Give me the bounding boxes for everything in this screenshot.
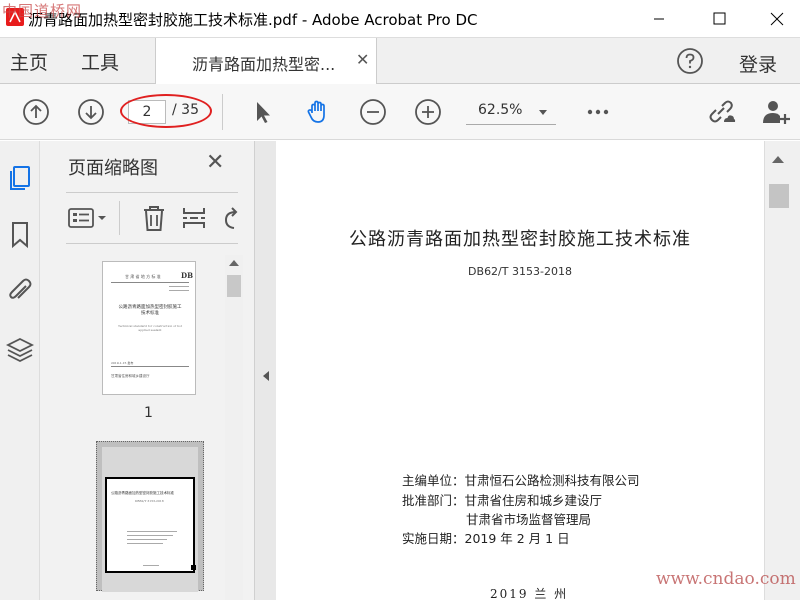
- document-title: 公路沥青路面加热型密封胶施工技术标准: [349, 229, 691, 250]
- maximize-icon[interactable]: [698, 4, 744, 34]
- document-footer: 2019 兰 州: [490, 587, 569, 600]
- watermark-top-left: 中国道桥网: [2, 2, 83, 20]
- layers-icon[interactable]: [5, 335, 35, 365]
- tab-document[interactable]: 沥青路面加热型密... ✕: [155, 38, 377, 84]
- thumbnail-2-page: 公路沥青路面加热型密封胶施工技术标准 DB62/T 3153-2018: [102, 447, 198, 592]
- login-link[interactable]: 登录: [739, 50, 777, 77]
- thumbnail-2-viewport: 公路沥青路面加热型密封胶施工技术标准 DB62/T 3153-2018: [105, 477, 196, 573]
- select-cursor-icon[interactable]: [248, 97, 278, 127]
- attachment-icon[interactable]: [5, 275, 35, 305]
- thumb1-org: 甘肃省住房和城乡建设厅: [111, 374, 150, 378]
- thumb1-date: 2019-1-15 发布: [111, 361, 134, 365]
- thumbnails-panel: 页面缩略图 ✕ 甘 肃 省 地 方 标 准 DB 公路沥青路面加热型密封胶施工技…: [40, 141, 254, 600]
- thumb2-meta-line: [127, 531, 177, 532]
- thumb2-meta-line-2: [127, 535, 173, 536]
- panel-title: 页面缩略图: [68, 158, 158, 179]
- tab-bar: 主页 工具 沥青路面加热型密... ✕ 登录: [0, 38, 800, 84]
- viewport-resize-handle[interactable]: [191, 565, 196, 570]
- document-approver-2: 甘肃省市场监督管理局: [466, 512, 592, 527]
- chevron-down-icon: [539, 110, 547, 115]
- page-thumbnails-icon[interactable]: [5, 163, 35, 193]
- rotate-icon[interactable]: [216, 204, 238, 232]
- scroll-up-icon[interactable]: [772, 156, 784, 163]
- red-annotation-ellipse: [120, 94, 212, 128]
- page-thumbnail-2[interactable]: 公路沥青路面加热型密封胶施工技术标准 DB62/T 3153-2018: [96, 441, 204, 592]
- more-options-icon[interactable]: [583, 97, 613, 127]
- panel-toolbar-divider: [119, 201, 120, 235]
- thumb1-english: Technical standard for construction of h…: [117, 324, 183, 332]
- document-scrollbar[interactable]: [764, 141, 800, 600]
- thumbnail-scroll-thumb[interactable]: [227, 275, 241, 297]
- zoom-out-icon[interactable]: [358, 97, 388, 127]
- left-rail: [0, 141, 40, 600]
- thumb1-code-line: [169, 286, 189, 287]
- document-editor: 主编单位：甘肃恒石公路检测科技有限公司: [402, 473, 640, 488]
- toolbar: 2 / 35 62.5%: [0, 84, 800, 140]
- toolbar-divider: [222, 94, 223, 130]
- document-scroll-thumb[interactable]: [769, 184, 789, 208]
- collapse-panel-icon[interactable]: [263, 371, 269, 381]
- zoom-in-icon[interactable]: [413, 97, 443, 127]
- document-code: DB62/T 3153-2018: [468, 265, 572, 278]
- next-page-icon[interactable]: [76, 97, 106, 127]
- close-panel-icon[interactable]: ✕: [206, 150, 224, 175]
- close-window-icon[interactable]: [754, 4, 800, 34]
- close-tab-icon[interactable]: ✕: [356, 50, 369, 69]
- thumb2-title: 公路沥青路面加热型密封胶施工技术标准: [111, 491, 174, 495]
- thumb2-footer-line: [143, 565, 159, 566]
- title-bar: 沥青路面加热型密封胶施工技术标准.pdf - Adobe Acrobat Pro…: [0, 0, 800, 38]
- thumb1-db: DB: [181, 271, 193, 280]
- thumb1-bottom-rule: [111, 366, 189, 367]
- insert-pages-icon[interactable]: [180, 204, 208, 232]
- page-thumbnail-1[interactable]: 甘 肃 省 地 方 标 准 DB 公路沥青路面加热型密封胶施工技术标准 Tech…: [102, 261, 196, 395]
- panel-splitter[interactable]: [254, 141, 276, 600]
- scroll-up-icon[interactable]: [229, 260, 239, 266]
- previous-page-icon[interactable]: [21, 97, 51, 127]
- add-user-icon[interactable]: [761, 97, 791, 127]
- thumb1-title: 公路沥青路面加热型密封胶施工技术标准: [118, 305, 182, 316]
- thumb1-rule: [111, 282, 189, 283]
- window-title: 沥青路面加热型密封胶施工技术标准.pdf - Adobe Acrobat Pro…: [28, 11, 478, 29]
- tab-tools[interactable]: 工具: [81, 48, 119, 75]
- minimize-icon[interactable]: [636, 4, 682, 34]
- trash-icon[interactable]: [140, 204, 168, 232]
- panel-toolbar: [66, 192, 238, 244]
- bookmark-icon[interactable]: [5, 219, 35, 249]
- thumb2-meta-line-4: [127, 543, 163, 544]
- help-icon[interactable]: [676, 47, 704, 75]
- thumb2-meta-line-3: [127, 539, 167, 540]
- tab-home[interactable]: 主页: [10, 48, 48, 75]
- share-link-icon[interactable]: [706, 97, 736, 127]
- thumbnail-scrollbar[interactable]: [225, 255, 243, 600]
- thumb1-code-line-2: [169, 290, 189, 291]
- zoom-value: 62.5%: [478, 102, 523, 118]
- thumb1-header: 甘 肃 省 地 方 标 准: [125, 274, 161, 279]
- watermark-bottom-right: www.cndao.com: [656, 569, 796, 589]
- hand-tool-icon[interactable]: [303, 97, 333, 127]
- document-page: 公路沥青路面加热型密封胶施工技术标准 DB62/T 3153-2018 主编单位…: [276, 141, 764, 600]
- document-approver: 批准部门：甘肃省住房和城乡建设厅: [402, 493, 603, 508]
- thumb2-code: DB62/T 3153-2018: [135, 499, 164, 503]
- zoom-select[interactable]: 62.5%: [466, 99, 556, 125]
- thumbnail-1-page-number: 1: [144, 405, 153, 421]
- document-effective-date: 实施日期：2019 年 2 月 1 日: [402, 531, 570, 546]
- document-tab-label: 沥青路面加热型密...: [192, 55, 336, 74]
- thumbnail-options-icon[interactable]: [68, 204, 110, 232]
